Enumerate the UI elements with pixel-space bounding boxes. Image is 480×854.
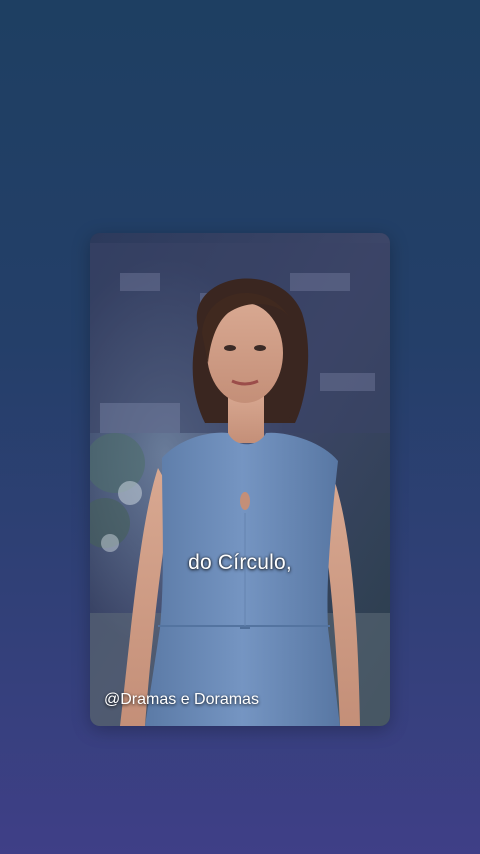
video-player[interactable]: do Círculo, @Dramas e Doramas	[90, 233, 390, 726]
video-subtitle: do Círculo,	[188, 551, 292, 574]
channel-watermark: @Dramas e Doramas	[104, 691, 259, 708]
video-frame	[90, 233, 390, 726]
